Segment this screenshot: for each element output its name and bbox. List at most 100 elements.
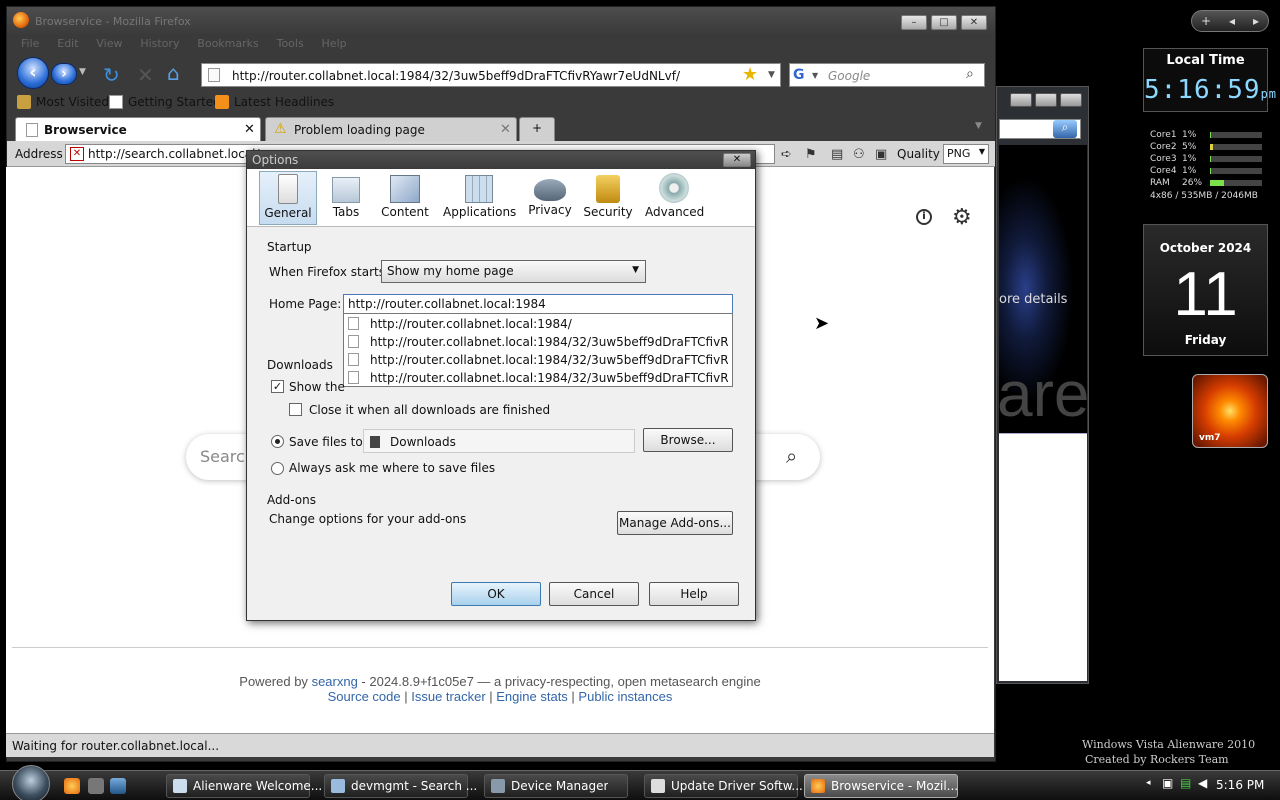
tab-content[interactable]: Content [379, 171, 431, 225]
menu-view[interactable]: View [96, 37, 122, 50]
engine-stats-link[interactable]: Engine stats [496, 689, 568, 704]
switch-windows-icon[interactable] [110, 778, 126, 794]
help-button[interactable]: Help [649, 582, 739, 606]
url-bar[interactable]: http://router.collabnet.local:1984/32/3u… [201, 63, 781, 87]
binoculars-icon[interactable]: ⚇ [853, 147, 865, 162]
add-gadget-icon[interactable]: + [1201, 14, 1211, 28]
public-instances-link[interactable]: Public instances [578, 689, 672, 704]
clock-gadget[interactable]: Local Time 5:16:59pm [1143, 48, 1276, 112]
go-arrow-icon[interactable]: ➪ [781, 147, 792, 162]
reload-icon[interactable]: ↻ [103, 63, 120, 87]
previous-icon[interactable]: ◂ [1229, 14, 1235, 28]
dialog-close-button[interactable]: ✕ [723, 153, 751, 167]
taskbar-item-alienware[interactable]: Alienware Welcome... [166, 774, 322, 798]
tab-privacy[interactable]: Privacy [527, 171, 573, 225]
tab-close-icon[interactable]: ✕ [244, 122, 255, 137]
search-icon[interactable]: ⌕ [1053, 120, 1077, 138]
taskbar-item-devmgmt[interactable]: devmgmt - Search ... [324, 774, 477, 798]
title-bar[interactable]: Browservice - Mozilla Firefox – □ ✕ [7, 7, 995, 35]
minimize-button[interactable] [1010, 93, 1032, 107]
next-icon[interactable]: ▸ [1253, 14, 1259, 28]
history-dropdown-icon[interactable]: ▼ [79, 67, 86, 77]
new-tab-button[interactable]: + [519, 117, 555, 141]
searxng-link[interactable]: searxng [312, 674, 358, 689]
google-icon[interactable]: G [793, 67, 811, 83]
bookmark-getting-started[interactable]: Getting Started [109, 95, 221, 109]
network-icon[interactable]: ▤ [1180, 776, 1191, 790]
bookmark-star-icon[interactable]: ★ [742, 64, 758, 85]
background-window[interactable]: ⌕ ore details are [996, 86, 1090, 684]
search-icon[interactable]: ⌕ [966, 66, 974, 82]
menu-file[interactable]: File [21, 37, 39, 50]
startup-select[interactable]: Show my home page ▼ [381, 260, 646, 283]
maximize-button[interactable] [1035, 93, 1057, 107]
maximize-button[interactable]: □ [931, 15, 957, 30]
tab-general[interactable]: General [259, 171, 317, 225]
search-icon[interactable]: ⌕ [786, 444, 797, 468]
search-placeholder[interactable]: Google [828, 69, 870, 83]
taskbar-item-device-manager[interactable]: Device Manager [484, 774, 628, 798]
stop-icon[interactable]: ✕ [137, 63, 154, 87]
bookmark-most-visited[interactable]: Most Visited [17, 95, 109, 109]
back-button[interactable]: ‹ [17, 57, 49, 89]
bookmark-icon[interactable]: ⚑ [805, 147, 817, 162]
autocomplete-item[interactable]: http://router.collabnet.local:1984/32/3u… [344, 369, 732, 387]
tab-list-icon[interactable]: ▼ [975, 121, 982, 131]
tab-browservice[interactable]: Browservice ✕ [15, 117, 261, 141]
address-text[interactable]: http://search.collabnet.local/ [88, 147, 260, 161]
tab-tabs[interactable]: Tabs [323, 171, 369, 225]
volume-icon[interactable]: ◀ [1198, 776, 1207, 790]
url-dropdown-icon[interactable]: ▼ [768, 70, 775, 80]
close-button[interactable] [1060, 93, 1082, 107]
autocomplete-item[interactable]: http://router.collabnet.local:1984/32/3u… [344, 351, 732, 369]
taskbar-item-browservice[interactable]: Browservice - Mozil... [804, 774, 958, 798]
cpu-meter-gadget[interactable]: Core1 1% Core2 5% Core3 1% Core4 1% RAM 26% 4… [1146, 128, 1270, 204]
gear-icon[interactable]: ⚙ [952, 205, 972, 230]
tab-problem-loading[interactable]: ⚠ Problem loading page ✕ [265, 117, 517, 141]
firefox-quicklaunch-icon[interactable] [64, 778, 80, 794]
tray-expand-icon[interactable]: ◂ [1146, 778, 1151, 788]
close-button[interactable]: ✕ [961, 15, 987, 30]
menu-help[interactable]: Help [322, 37, 347, 50]
ok-button[interactable]: OK [451, 582, 541, 606]
quality-select[interactable]: PNG ▼ [943, 144, 989, 164]
tab-security[interactable]: Security [583, 171, 633, 225]
source-code-link[interactable]: Source code [328, 689, 401, 704]
calendar-gadget[interactable]: October 2024 11 Friday [1143, 224, 1268, 356]
show-downloads-checkbox[interactable]: ✓ [271, 380, 284, 393]
show-desktop-icon[interactable] [88, 778, 104, 794]
tab-close-icon[interactable]: ✕ [500, 122, 511, 137]
home-page-input[interactable]: http://router.collabnet.local:1984 [343, 294, 733, 314]
dialog-title-bar[interactable]: Options ✕ [247, 151, 755, 169]
save-files-radio[interactable] [271, 435, 284, 448]
search-engine-dropdown-icon[interactable]: ▼ [812, 71, 818, 80]
menu-edit[interactable]: Edit [57, 37, 78, 50]
home-icon[interactable]: ⌂ [167, 61, 180, 85]
autocomplete-item[interactable]: http://router.collabnet.local:1984/ [344, 315, 732, 333]
forward-button[interactable]: › [51, 63, 77, 85]
menu-bookmarks[interactable]: Bookmarks [197, 37, 258, 50]
taskbar-item-update-driver[interactable]: Update Driver Softw... [644, 774, 803, 798]
manage-addons-button[interactable]: Manage Add-ons... [617, 511, 733, 535]
always-ask-radio[interactable] [271, 462, 284, 475]
info-icon[interactable]: i [916, 209, 932, 225]
menu-history[interactable]: History [140, 37, 179, 50]
browse-button[interactable]: Browse... [643, 428, 733, 452]
tab-advanced[interactable]: Advanced [645, 171, 704, 225]
close-when-done-checkbox[interactable] [289, 403, 302, 416]
slideshow-gadget[interactable]: vm7 [1192, 374, 1268, 448]
minimize-button[interactable]: – [901, 15, 927, 30]
autocomplete-item[interactable]: http://router.collabnet.local:1984/32/3u… [344, 333, 732, 351]
clipboard-icon[interactable]: ▣ [875, 147, 887, 162]
tray-app-icon[interactable]: ▣ [1162, 776, 1173, 790]
search-box[interactable]: G ▼ Google ⌕ [789, 63, 985, 87]
tab-applications[interactable]: Applications [443, 171, 516, 225]
issue-tracker-link[interactable]: Issue tracker [411, 689, 485, 704]
cancel-button[interactable]: Cancel [549, 582, 639, 606]
menu-tools[interactable]: Tools [277, 37, 304, 50]
start-button[interactable] [12, 765, 50, 800]
url-text[interactable]: http://router.collabnet.local:1984/32/3u… [232, 69, 680, 83]
taskbar-clock[interactable]: 5:16 PM [1216, 778, 1264, 792]
book-icon[interactable]: ▤ [831, 147, 843, 162]
bookmark-latest-headlines[interactable]: Latest Headlines [215, 95, 334, 109]
